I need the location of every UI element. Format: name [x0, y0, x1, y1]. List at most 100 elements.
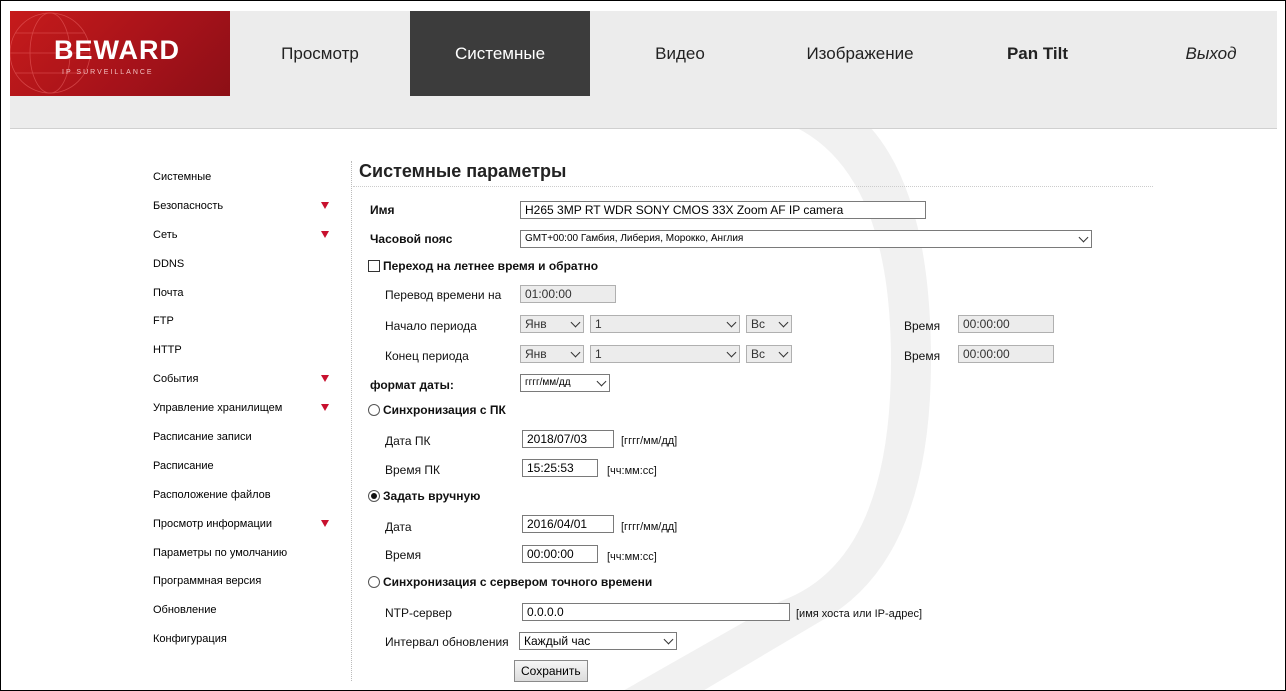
- sidebar-item-label: Сеть: [153, 228, 178, 241]
- sidebar-item-storage[interactable]: Управление хранилищем: [153, 397, 338, 426]
- date-format-value: гггг/мм/дд: [525, 377, 571, 388]
- pc-date-label: Дата ПК: [385, 434, 431, 448]
- ntp-label: Синхронизация с сервером точного времени: [383, 575, 653, 589]
- tab-video[interactable]: Видео: [590, 11, 770, 96]
- dst-end-day-select[interactable]: Вс: [746, 345, 792, 363]
- sidebar-item-mail[interactable]: Почта: [153, 282, 338, 311]
- expand-arrow-icon[interactable]: [321, 519, 329, 527]
- sidebar-item-view-info[interactable]: Просмотр информации: [153, 513, 338, 542]
- tab-image[interactable]: Изображение: [770, 11, 950, 96]
- sidebar-item-configuration[interactable]: Конфигурация: [153, 628, 338, 657]
- tab-logout[interactable]: Выход: [1125, 11, 1285, 96]
- dst-checkbox[interactable]: [368, 260, 380, 272]
- dst-end-time-label: Время: [904, 349, 941, 363]
- sidebar-item-label: Расписание: [153, 459, 214, 472]
- expand-arrow-icon[interactable]: [321, 375, 329, 383]
- timezone-value: GMT+00:00 Гамбия, Либерия, Морокко, Англ…: [525, 233, 744, 244]
- sidebar-item-label: Просмотр информации: [153, 517, 273, 530]
- sidebar-item-label: Параметры по умолчанию: [153, 546, 288, 559]
- sidebar-item-schedule[interactable]: Расписание: [153, 455, 338, 484]
- sidebar-item-label: Расположение файлов: [153, 488, 271, 501]
- chevron-down-icon: [570, 347, 581, 358]
- dst-end-week-value: 1: [595, 347, 602, 361]
- dst-start-day-select[interactable]: Вс: [746, 315, 792, 333]
- dst-start-month-value: Янв: [525, 317, 547, 331]
- sync-pc-radio[interactable]: [368, 404, 380, 416]
- dst-start-month-select[interactable]: Янв: [520, 315, 584, 333]
- chevron-down-icon: [778, 317, 789, 328]
- dst-end-time-input[interactable]: 00:00:00: [958, 345, 1054, 363]
- sidebar-item-label: Конфигурация: [153, 633, 227, 646]
- manual-time-format-hint: [чч:мм:сс]: [607, 551, 657, 563]
- timezone-select[interactable]: GMT+00:00 Гамбия, Либерия, Морокко, Англ…: [520, 230, 1092, 248]
- sidebar-item-update[interactable]: Обновление: [153, 599, 338, 628]
- dst-start-week-value: 1: [595, 317, 602, 331]
- sidebar-item-label: FTP: [153, 315, 174, 328]
- sidebar-divider: [351, 161, 352, 681]
- pc-time-format-hint: [чч:мм:сс]: [607, 465, 657, 477]
- dst-start-week-select[interactable]: 1: [590, 315, 740, 333]
- chevron-down-icon: [726, 317, 737, 328]
- ntp-server-input[interactable]: 0.0.0.0: [522, 603, 790, 621]
- expand-arrow-icon[interactable]: [321, 201, 329, 209]
- sidebar-item-label: DDNS: [153, 257, 185, 270]
- chevron-down-icon: [1078, 232, 1089, 243]
- sidebar-item-firmware-version[interactable]: Программная версия: [153, 570, 338, 599]
- tab-view[interactable]: Просмотр: [230, 11, 410, 96]
- dst-end-day-value: Вс: [751, 347, 766, 361]
- sidebar-item-ftp[interactable]: FTP: [153, 310, 338, 339]
- name-input[interactable]: H265 3MP RT WDR SONY CMOS 33X Zoom AF IP…: [520, 201, 926, 219]
- manual-date-format-hint: [гггг/мм/дд]: [621, 521, 678, 533]
- manual-date-input[interactable]: 2016/04/01: [522, 515, 614, 533]
- dst-end-month-value: Янв: [525, 347, 547, 361]
- page-frame: BEWARD IP SURVEILLANCE Просмотр Системны…: [0, 0, 1286, 691]
- manual-label: Задать вручную: [383, 489, 481, 503]
- manual-date-label: Дата: [385, 520, 412, 534]
- manual-radio[interactable]: [368, 490, 380, 502]
- sidebar-item-events[interactable]: События: [153, 368, 338, 397]
- dst-start-time-input[interactable]: 00:00:00: [958, 315, 1054, 333]
- dst-end-label: Конец периода: [385, 349, 469, 363]
- sidebar-item-label: HTTP: [153, 344, 182, 357]
- sidebar-item-http[interactable]: HTTP: [153, 339, 338, 368]
- dst-shift-label: Перевод времени на: [385, 288, 502, 302]
- sidebar-item-file-location[interactable]: Расположение файлов: [153, 484, 338, 513]
- manual-time-label: Время: [385, 548, 422, 562]
- chevron-down-icon: [778, 347, 789, 358]
- dst-start-time-label: Время: [904, 319, 941, 333]
- sidebar-item-network[interactable]: Сеть: [153, 224, 338, 253]
- expand-arrow-icon[interactable]: [321, 404, 329, 412]
- chevron-down-icon: [726, 347, 737, 358]
- sidebar-item-ddns[interactable]: DDNS: [153, 253, 338, 282]
- dst-end-month-select[interactable]: Янв: [520, 345, 584, 363]
- page-title: Системные параметры: [359, 161, 567, 181]
- sidebar-item-security[interactable]: Безопасность: [153, 195, 338, 224]
- sidebar-item-label: Управление хранилищем: [153, 402, 283, 415]
- ntp-interval-select[interactable]: Каждый час: [519, 632, 677, 650]
- timezone-label: Часовой пояс: [370, 232, 453, 246]
- save-button[interactable]: Сохранить: [514, 660, 588, 682]
- chevron-down-icon: [663, 634, 674, 645]
- expand-arrow-icon[interactable]: [321, 230, 329, 238]
- tab-pan-tilt[interactable]: Pan Tilt: [950, 11, 1125, 96]
- date-format-select[interactable]: гггг/мм/дд: [520, 374, 610, 392]
- sidebar-item-label: События: [153, 373, 199, 386]
- dst-shift-input[interactable]: 01:00:00: [520, 285, 616, 303]
- manual-time-input[interactable]: 00:00:00: [522, 545, 598, 563]
- sidebar-item-defaults[interactable]: Параметры по умолчанию: [153, 542, 338, 571]
- tab-system[interactable]: Системные: [410, 11, 590, 96]
- pc-date-input[interactable]: 2018/07/03: [522, 430, 614, 448]
- sidebar-item-label: Программная версия: [153, 575, 262, 588]
- sidebar-menu: Системные Безопасность Сеть DDNS Почта F…: [153, 166, 338, 657]
- main-nav: Просмотр Системные Видео Изображение Pan…: [230, 11, 1285, 96]
- sidebar-item-record-schedule[interactable]: Расписание записи: [153, 426, 338, 455]
- dst-end-week-select[interactable]: 1: [590, 345, 740, 363]
- top-header: BEWARD IP SURVEILLANCE Просмотр Системны…: [10, 11, 1277, 129]
- pc-time-input[interactable]: 15:25:53: [522, 459, 598, 477]
- beward-logo[interactable]: BEWARD IP SURVEILLANCE: [10, 11, 230, 96]
- sidebar-item-label: Безопасность: [153, 199, 224, 212]
- title-divider: [353, 186, 1153, 187]
- date-format-label: формат даты:: [370, 378, 454, 392]
- ntp-radio[interactable]: [368, 576, 380, 588]
- sidebar-item-system[interactable]: Системные: [153, 166, 338, 195]
